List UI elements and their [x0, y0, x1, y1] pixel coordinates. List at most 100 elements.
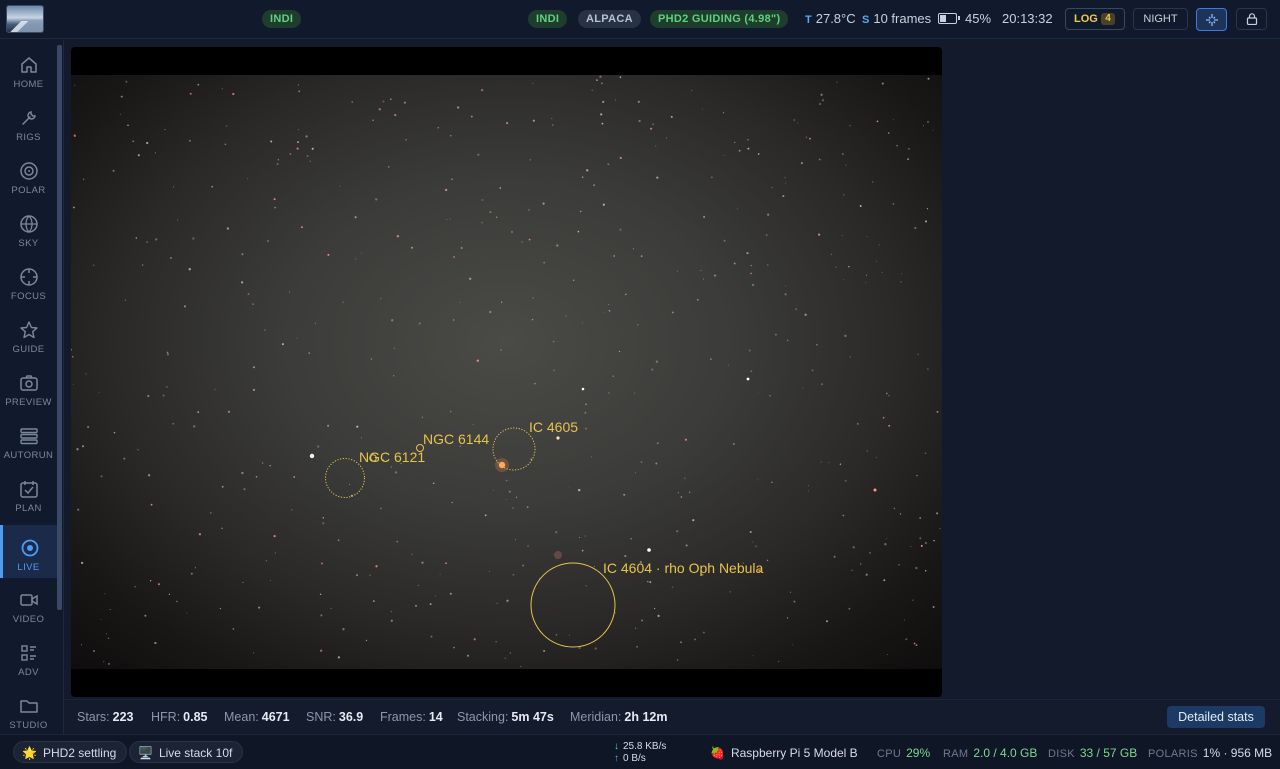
background-star [132, 140, 135, 143]
stat-value: 2h 12m [624, 710, 668, 724]
background-star [936, 512, 939, 515]
background-star [504, 657, 506, 659]
ram-label: RAM [943, 748, 969, 760]
background-star [481, 89, 484, 92]
background-star [670, 115, 673, 118]
stat-label: Stacking: [457, 710, 509, 724]
background-star [176, 600, 178, 603]
background-star [684, 477, 686, 480]
background-star [924, 220, 928, 223]
sidebar-item-studio[interactable]: STUDIO [0, 683, 57, 736]
app-logo[interactable] [6, 5, 44, 33]
alpaca-connection-badge[interactable]: ALPACA [578, 10, 641, 28]
cpu-value: 29% [906, 746, 931, 760]
sidebar-item-autorun[interactable]: AUTORUN [0, 413, 57, 466]
sidebar-item-guide[interactable]: GUIDE [0, 307, 57, 360]
background-star [506, 122, 509, 125]
background-star [103, 661, 105, 663]
background-star [273, 198, 276, 201]
background-star [492, 490, 494, 492]
background-star [77, 508, 80, 511]
background-star [784, 293, 787, 296]
background-star [619, 76, 622, 79]
background-star [851, 569, 853, 572]
stat-value: 4671 [261, 710, 290, 724]
background-star [192, 237, 195, 240]
background-star [509, 652, 512, 654]
live-image-viewer[interactable]: NGC 6121 NGC 6144 IC 4605 IC 4604 · rho … [71, 47, 942, 697]
background-star [298, 90, 301, 93]
background-star [113, 431, 116, 434]
background-star [508, 490, 511, 493]
live-icon [21, 539, 39, 557]
background-star [531, 318, 534, 321]
background-star [924, 541, 927, 545]
background-star [515, 496, 518, 498]
background-star [273, 535, 276, 538]
background-star [411, 246, 414, 249]
phd2-guiding-badge[interactable]: PHD2 GUIDING (4.98") [650, 10, 789, 28]
indi-connection-badge[interactable]: INDI [528, 10, 568, 28]
target-icon [19, 162, 38, 180]
background-star [322, 516, 325, 519]
background-star [615, 99, 617, 101]
sidebar-item-focus[interactable]: FOCUS [0, 254, 57, 307]
stat-frames: Frames: 14 [380, 710, 443, 724]
background-star [477, 153, 480, 156]
sidebar-item-video[interactable]: VIDEO [0, 577, 57, 630]
background-star [904, 619, 905, 621]
background-star [657, 614, 660, 618]
background-star [804, 313, 807, 316]
background-star [676, 530, 679, 533]
background-star [655, 145, 657, 147]
bright-star [873, 488, 877, 492]
stat-mean: Mean: 4671 [224, 710, 290, 724]
phd2-status-chip[interactable]: 🌟 PHD2 settling [13, 741, 128, 763]
background-star [842, 514, 845, 517]
sidebar-item-live[interactable]: LIVE [0, 525, 57, 578]
background-star [155, 238, 158, 241]
net-up-value: 0 B/s [623, 753, 646, 764]
background-star [134, 585, 137, 588]
background-star [828, 462, 830, 464]
sidebar-item-adv[interactable]: ADV [0, 630, 57, 683]
device-info: 🍓 Raspberry Pi 5 Model B [710, 746, 858, 760]
lock-button[interactable] [1236, 8, 1267, 30]
sidebar-item-rigs[interactable]: RIGS [0, 95, 57, 148]
background-star [388, 166, 390, 168]
crosshair-button[interactable] [1196, 8, 1227, 31]
background-star [247, 178, 249, 180]
background-star [520, 666, 522, 667]
background-star [784, 285, 786, 287]
log-button[interactable]: LOG 4 [1065, 8, 1125, 30]
sidebar-item-home[interactable]: HOME [0, 42, 57, 95]
background-star [585, 585, 587, 587]
sidebar-item-sky[interactable]: SKY [0, 201, 57, 254]
sidebar-scrollbar[interactable] [57, 45, 62, 610]
live-stack-chip[interactable]: 🖥️ Live stack 10f [129, 741, 244, 763]
background-star [586, 169, 589, 172]
background-star [703, 215, 706, 218]
background-star [450, 135, 452, 137]
background-star [849, 125, 851, 127]
background-star [578, 488, 581, 492]
polaris-usage: POLARIS 1% · 956 MB [1148, 746, 1272, 760]
background-star [506, 599, 509, 602]
night-mode-button[interactable]: NIGHT [1133, 8, 1188, 30]
sidebar-item-plan[interactable]: PLAN [0, 466, 57, 519]
network-throughput: ↓ 25.8 KB/s ↑ 0 B/s [614, 741, 666, 765]
background-star [173, 186, 174, 188]
background-star [786, 339, 789, 342]
sidebar-item-polar[interactable]: POLAR [0, 148, 57, 201]
indi-status-badge[interactable]: INDI [262, 10, 302, 28]
background-star [526, 506, 529, 508]
stat-stacking: Stacking: 5m 47s [457, 710, 554, 724]
background-star [481, 199, 484, 201]
background-star [189, 140, 191, 142]
disk-value: 33 / 57 GB [1079, 746, 1138, 760]
sidebar-item-preview[interactable]: PREVIEW [0, 360, 57, 413]
sidebar-nav: HOME RIGS POLAR SKY FOCUS GUIDE PREVIEW … [0, 40, 64, 735]
background-star [924, 452, 927, 455]
stacked-image[interactable]: NGC 6121 NGC 6144 IC 4605 IC 4604 · rho … [71, 75, 942, 669]
detailed-stats-button[interactable]: Detailed stats [1167, 706, 1265, 728]
